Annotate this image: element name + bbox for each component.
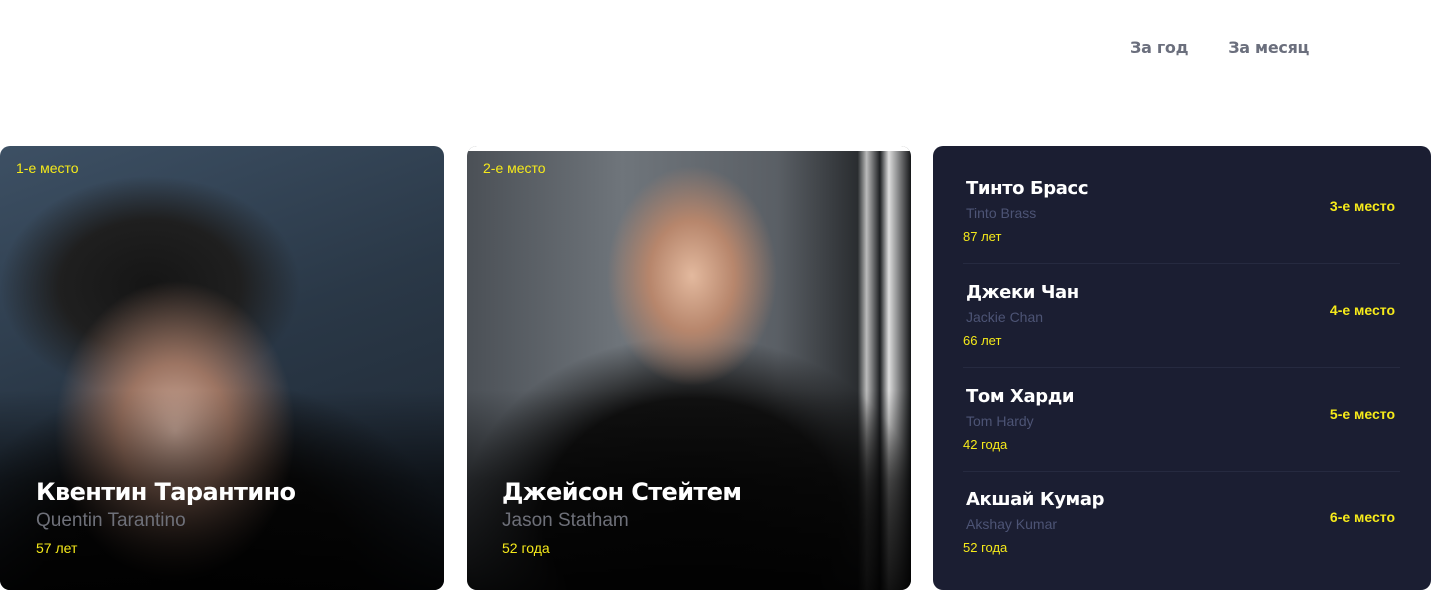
actor-age: 52 года (963, 540, 1008, 555)
actor-name[interactable]: Акшай Кумар (966, 489, 1104, 510)
actor-name[interactable]: Том Харди (966, 386, 1074, 407)
actor-original-name: Jason Statham (502, 510, 629, 531)
divider (963, 263, 1400, 264)
rank-label: 3-е место (1329, 198, 1395, 214)
list-item[interactable]: Тинто Брасс Tinto Brass 87 лет 3-е место (963, 178, 1400, 282)
tab-year[interactable]: За год (1130, 38, 1189, 57)
rank-label: 4-е место (1329, 302, 1395, 318)
actor-age: 42 года (963, 437, 1008, 452)
actor-age: 87 лет (963, 229, 1002, 244)
ranking-list-panel: Тинто Брасс Tinto Brass 87 лет 3-е место… (933, 146, 1431, 590)
period-tabs: За год За месяц (1130, 38, 1309, 57)
actor-original-name: Quentin Tarantino (36, 510, 186, 531)
divider (963, 367, 1400, 368)
actor-name[interactable]: Квентин Тарантино (36, 478, 296, 506)
divider (963, 471, 1400, 472)
list-item[interactable]: Том Харди Tom Hardy 42 года 5-е место (963, 386, 1400, 490)
list-item[interactable]: Джеки Чан Jackie Chan 66 лет 4-е место (963, 282, 1400, 386)
actor-name[interactable]: Джеки Чан (966, 282, 1079, 303)
featured-card-1[interactable]: 1-е место Квентин Тарантино Quentin Tara… (0, 146, 444, 590)
actor-original-name: Tinto Brass (966, 205, 1037, 221)
actor-original-name: Tom Hardy (966, 413, 1034, 429)
actor-age: 57 лет (36, 540, 78, 556)
tab-month[interactable]: За месяц (1228, 38, 1309, 57)
rank-label: 5-е место (1329, 406, 1395, 422)
featured-card-2[interactable]: 2-е место Джейсон Стейтем Jason Statham … (467, 146, 911, 590)
actor-name[interactable]: Джейсон Стейтем (502, 478, 742, 506)
rank-label: 6-е место (1329, 509, 1395, 525)
actor-age: 66 лет (963, 333, 1002, 348)
list-item[interactable]: Акшай Кумар Akshay Kumar 52 года 6-е мес… (963, 489, 1400, 590)
actor-name[interactable]: Тинто Брасс (966, 178, 1088, 199)
actor-original-name: Akshay Kumar (966, 516, 1058, 532)
rank-badge: 1-е место (16, 160, 79, 176)
photo-top-edge (467, 146, 911, 151)
actor-age: 52 года (502, 540, 550, 556)
rank-badge: 2-е место (483, 160, 546, 176)
actor-original-name: Jackie Chan (966, 309, 1044, 325)
